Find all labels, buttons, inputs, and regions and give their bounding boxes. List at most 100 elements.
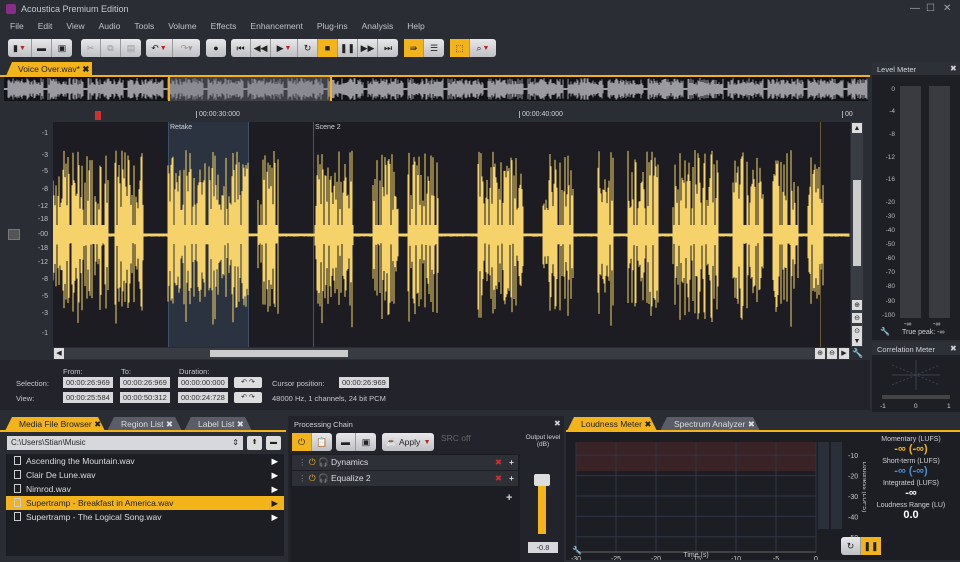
reset-icon[interactable]: ↻: [841, 537, 861, 555]
view-to-field[interactable]: 00:00:50:312: [120, 392, 170, 403]
file-item[interactable]: Supertramp - Breakfast in America.wav ▶: [6, 496, 284, 510]
menu-audio[interactable]: Audio: [99, 18, 121, 34]
follow-playback-icon[interactable]: ⇛: [404, 39, 424, 57]
settings-wrench-icon[interactable]: 🔧: [852, 348, 863, 359]
view-from-field[interactable]: 00:00:25:584: [63, 392, 113, 403]
copy-icon[interactable]: ⧉: [101, 39, 121, 57]
overview-view-range[interactable]: [168, 77, 332, 101]
folder-up-icon[interactable]: ⬆: [247, 436, 262, 450]
play-file-icon[interactable]: ▶: [271, 496, 278, 510]
menu-volume[interactable]: Volume: [168, 18, 196, 34]
remove-effect-icon[interactable]: ✖: [495, 471, 502, 486]
horizontal-scrollbar[interactable]: ◀ ⊕ ⊖ ▶: [53, 348, 850, 359]
view-undo-redo[interactable]: ↶ ↷: [234, 392, 262, 403]
waveform-overview[interactable]: [4, 77, 868, 101]
play-file-icon[interactable]: ▶: [271, 510, 278, 524]
close-panel-icon[interactable]: ✖: [950, 64, 957, 73]
effect-item[interactable]: ⋮ ⏻ 🎧 Equalize 2 ✖ +: [292, 471, 518, 486]
selection-from-field[interactable]: 00:00:26:969: [63, 377, 113, 388]
tab-region-list[interactable]: Region List ✖: [107, 417, 182, 431]
paste-icon[interactable]: ▤: [121, 39, 141, 57]
open-preset-icon[interactable]: ▬: [336, 433, 356, 451]
scroll-up-icon[interactable]: ▲: [852, 123, 862, 133]
selection-to-field[interactable]: 00:00:26:969: [120, 377, 170, 388]
zoom-out-h-icon[interactable]: ⊖: [827, 348, 837, 359]
open-folder-icon[interactable]: ▬: [32, 39, 52, 57]
menu-file[interactable]: File: [10, 18, 24, 34]
play-file-icon[interactable]: ▶: [271, 482, 278, 496]
file-item[interactable]: Ascending the Mountain.wav ▶: [6, 454, 284, 468]
scroll-thumb[interactable]: [853, 180, 861, 266]
tab-media-file-browser[interactable]: Media File Browser ✖: [5, 417, 105, 431]
headphones-icon[interactable]: 🎧: [318, 457, 329, 467]
minimize-icon[interactable]: —: [910, 3, 920, 14]
zoom-in-icon[interactable]: ⊕: [852, 300, 862, 310]
new-file-button[interactable]: ▮ ▼: [8, 39, 32, 57]
go-to-start-icon[interactable]: ⏮: [231, 39, 251, 57]
play-button[interactable]: ▶ ▼: [271, 39, 298, 57]
close-tab-icon[interactable]: ✖: [82, 64, 89, 74]
apply-button[interactable]: ☕ Apply ▼: [382, 433, 434, 451]
selection-undo-redo[interactable]: ↶ ↷: [234, 377, 262, 388]
waveform-editor[interactable]: Retake Scene 2: [53, 122, 850, 347]
pause-icon[interactable]: ❚❚: [338, 39, 358, 57]
slider-handle[interactable]: [534, 474, 550, 486]
pause-icon[interactable]: ❚❚: [861, 537, 881, 555]
folder-icon[interactable]: ▬: [266, 436, 281, 450]
vertical-scrollbar[interactable]: ▲ ⊕ ⊖ ⊙ ▼: [851, 122, 863, 347]
menu-analysis[interactable]: Analysis: [362, 18, 394, 34]
output-level-field[interactable]: -0.8: [528, 542, 558, 553]
close-panel-icon[interactable]: ✖: [554, 419, 561, 428]
go-to-end-icon[interactable]: ⏭: [378, 39, 398, 57]
menu-edit[interactable]: Edit: [38, 18, 53, 34]
effect-power-icon[interactable]: ⏻: [309, 457, 316, 467]
play-file-icon[interactable]: ▶: [271, 454, 278, 468]
menu-view[interactable]: View: [66, 18, 84, 34]
time-ruler[interactable]: 00:00:30:000 00:00:40:000 00: [53, 110, 853, 122]
undo-button[interactable]: ↶ ▼: [146, 39, 173, 57]
record-icon[interactable]: ●: [206, 39, 226, 57]
menu-effects[interactable]: Effects: [211, 18, 237, 34]
close-icon[interactable]: ✕: [943, 3, 951, 14]
add-effect-icon[interactable]: +: [506, 492, 512, 504]
add-effect-icon[interactable]: +: [509, 455, 514, 470]
menu-plug-ins[interactable]: Plug-ins: [317, 18, 348, 34]
save-preset-icon[interactable]: ▣: [356, 433, 376, 451]
play-file-icon[interactable]: ▶: [271, 468, 278, 482]
effect-item[interactable]: ⋮ ⏻ 🎧 Dynamics ✖ +: [292, 455, 518, 470]
close-panel-icon[interactable]: ✖: [950, 344, 957, 353]
scroll-down-icon[interactable]: ▼: [852, 336, 862, 346]
drag-handle-icon[interactable]: ⋮: [298, 457, 307, 467]
spectrogram-icon[interactable]: ☰: [424, 39, 444, 57]
menu-tools[interactable]: Tools: [134, 18, 154, 34]
headphones-icon[interactable]: 🎧: [318, 473, 329, 483]
zoom-tool-button[interactable]: ⌕ ▼: [470, 39, 496, 57]
tab-voice-over[interactable]: Voice Over.wav* ✖: [6, 62, 92, 76]
maximize-icon[interactable]: ☐: [926, 3, 935, 14]
drag-handle-icon[interactable]: ⋮: [298, 473, 307, 483]
clipboard-icon[interactable]: 📋: [312, 433, 332, 451]
zoom-in-h-icon[interactable]: ⊕: [815, 348, 825, 359]
rewind-icon[interactable]: ◀◀: [251, 39, 271, 57]
loop-icon[interactable]: ↻: [298, 39, 318, 57]
file-item[interactable]: Supertramp - The Logical Song.wav ▶: [6, 510, 284, 524]
save-icon[interactable]: ▣: [52, 39, 72, 57]
selection-duration-field[interactable]: 00:00:00:000: [178, 377, 228, 388]
redo-button[interactable]: ↷▾: [173, 39, 200, 57]
tab-spectrum-analyzer[interactable]: Spectrum Analyzer ✖: [660, 417, 760, 431]
power-icon[interactable]: ⏻: [292, 433, 312, 451]
scroll-left-icon[interactable]: ◀: [54, 348, 64, 359]
scroll-thumb[interactable]: [210, 350, 348, 357]
cursor-position-field[interactable]: 00:00:26:969: [339, 377, 389, 388]
remove-effect-icon[interactable]: ✖: [495, 455, 502, 470]
add-effect-icon[interactable]: +: [509, 471, 514, 486]
wrench-icon[interactable]: 🔧: [880, 327, 890, 336]
path-dropdown[interactable]: C:\Users\Stian\Music ⇕: [7, 436, 243, 450]
view-duration-field[interactable]: 00:00:24:728: [178, 392, 228, 403]
cut-icon[interactable]: ✂: [81, 39, 101, 57]
zoom-fit-icon[interactable]: ⊙: [852, 326, 862, 336]
fast-forward-icon[interactable]: ▶▶: [358, 39, 378, 57]
zoom-out-icon[interactable]: ⊖: [852, 313, 862, 323]
file-item[interactable]: Nimrod.wav ▶: [6, 482, 284, 496]
menu-help[interactable]: Help: [407, 18, 424, 34]
